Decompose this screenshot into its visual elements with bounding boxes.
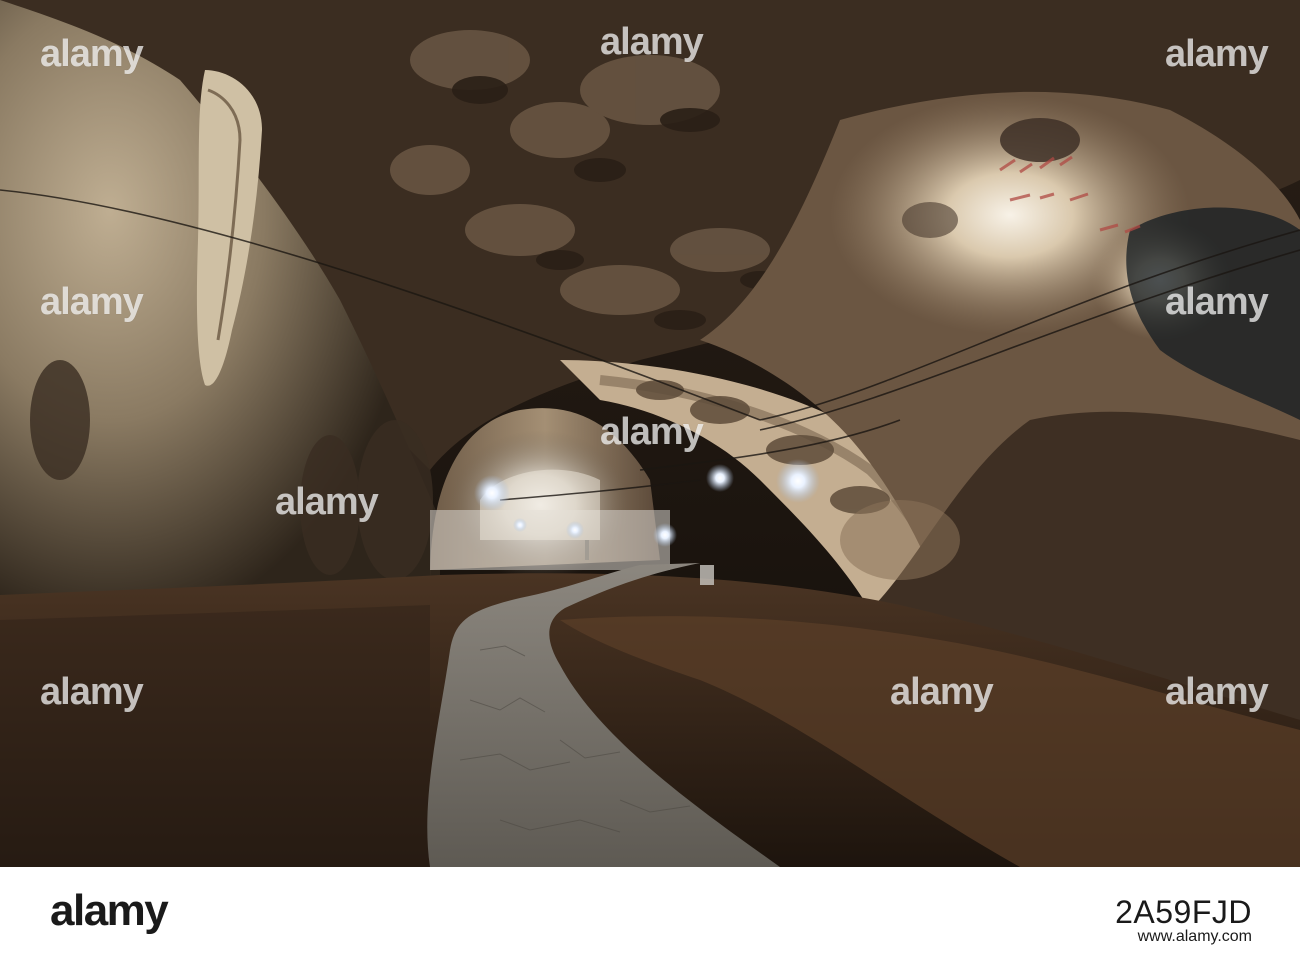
watermark-text: alamy (40, 281, 144, 323)
watermark-text: alamy (40, 33, 144, 75)
watermark-text: alamy (40, 671, 144, 713)
watermark-text: alamy (275, 481, 379, 523)
watermark-text: alamy (1165, 671, 1269, 713)
footer-bar: alamy 2A59FJD www.alamy.com (0, 867, 1300, 956)
watermark-text: alamy (600, 21, 704, 63)
watermark-text: alamy (1165, 33, 1269, 75)
watermark-text: alamy (600, 411, 704, 453)
image-id: 2A59FJD (1115, 894, 1252, 930)
alamy-logo[interactable]: alamy (50, 889, 169, 933)
cave-photo: alamy alamy alamy alamy alamy alamy alam… (0, 0, 1300, 867)
stock-photo-page: alamy alamy alamy alamy alamy alamy alam… (0, 0, 1300, 956)
watermark-text: alamy (1165, 281, 1269, 323)
watermark-text: alamy (890, 671, 994, 713)
site-url[interactable]: www.alamy.com (1138, 929, 1252, 945)
